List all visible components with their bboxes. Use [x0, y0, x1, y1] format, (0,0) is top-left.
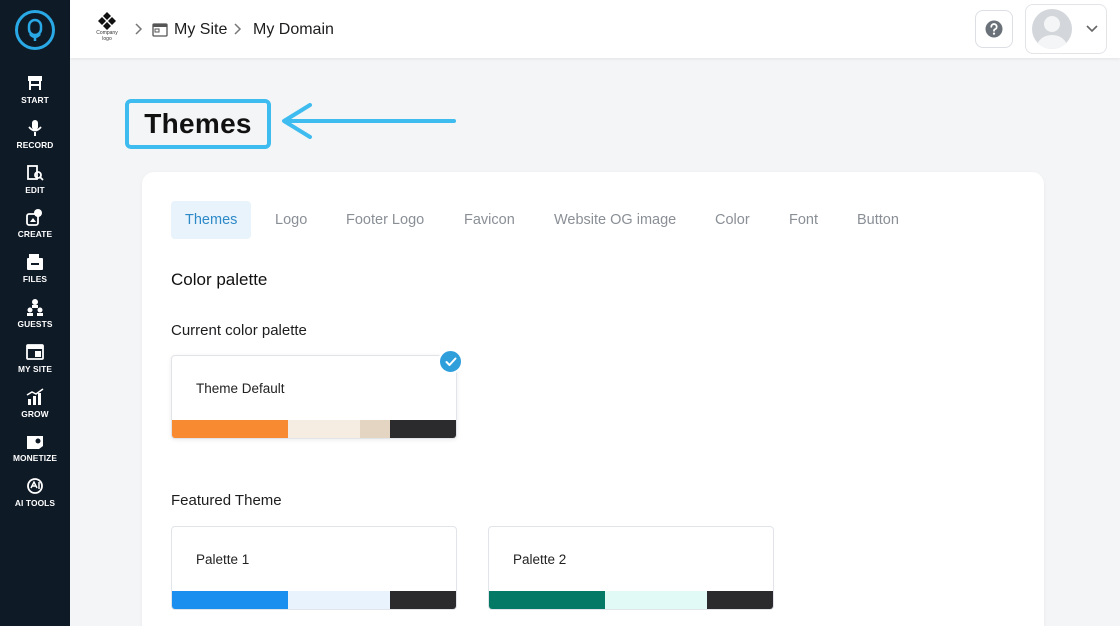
sidebar-item-label: RECORD	[16, 139, 54, 150]
sidebar-item-label: CREATE	[17, 229, 53, 240]
guests-icon	[27, 298, 43, 316]
page-title-highlight: Themes	[125, 99, 271, 149]
sidebar-item-files[interactable]: FILES	[0, 249, 70, 294]
sidebar-item-grow[interactable]: GROW	[0, 384, 70, 429]
annotation-arrow-icon	[282, 103, 456, 139]
company-logo[interactable]: Company logo	[92, 12, 122, 46]
sidebar-item-ai-tools[interactable]: AI TOOLS	[0, 473, 70, 518]
tab-button[interactable]: Button	[857, 201, 899, 239]
sidebar-nav: START RECORD EDIT CREATE FILES GUESTS MY…	[0, 70, 70, 518]
create-icon	[26, 209, 42, 227]
current-palette-label: Current color palette	[171, 322, 307, 339]
company-logo-text-2: logo	[102, 36, 112, 42]
breadcrumb-my-domain[interactable]: My Domain	[253, 19, 334, 41]
start-icon	[28, 76, 42, 90]
palette-card-1[interactable]: Palette 1	[171, 526, 457, 610]
breadcrumb-label: My Site	[174, 21, 228, 38]
palette-name: Palette 1	[196, 552, 250, 567]
palette-swatches	[489, 591, 773, 609]
palette-card-2[interactable]: Palette 2	[488, 526, 774, 610]
company-logo-text: Company logo	[90, 30, 124, 42]
sidebar: START RECORD EDIT CREATE FILES GUESTS MY…	[0, 0, 70, 626]
files-icon	[27, 254, 43, 271]
tab-themes[interactable]: Themes	[171, 201, 252, 239]
palette-swatches	[172, 420, 456, 438]
breadcrumb-my-site[interactable]: My Site	[152, 19, 227, 41]
tab-label: Themes	[185, 212, 238, 228]
tab-footer-logo[interactable]: Footer Logo	[346, 201, 424, 239]
swatch	[360, 420, 390, 438]
swatch	[172, 591, 288, 609]
ai-tools-icon	[27, 478, 43, 495]
sidebar-item-monetize[interactable]: MONETIZE	[0, 428, 70, 473]
tab-label: Website OG image	[554, 212, 677, 228]
swatch	[288, 591, 390, 609]
swatch	[605, 591, 707, 609]
swatch	[707, 591, 773, 609]
tab-logo[interactable]: Logo	[275, 201, 307, 239]
tab-color[interactable]: Color	[715, 201, 750, 239]
tab-label: Footer Logo	[346, 212, 425, 228]
sidebar-item-record[interactable]: RECORD	[0, 115, 70, 160]
sidebar-item-create[interactable]: CREATE	[0, 204, 70, 249]
palette-name: Theme Default	[196, 381, 285, 396]
monetize-icon	[27, 436, 43, 450]
sidebar-item-label: EDIT	[25, 184, 45, 195]
sidebar-item-guests[interactable]: GUESTS	[0, 294, 70, 339]
tab-font[interactable]: Font	[789, 201, 818, 239]
sidebar-item-my-site[interactable]: MY SITE	[0, 339, 70, 384]
chevron-right-icon	[234, 23, 242, 35]
sidebar-item-label: FILES	[22, 274, 48, 285]
user-menu-button[interactable]	[1025, 4, 1107, 54]
brand-logo-icon[interactable]	[15, 10, 55, 50]
edit-icon	[27, 164, 44, 181]
microphone-icon	[28, 119, 42, 136]
selected-check-icon	[438, 349, 463, 374]
my-site-icon	[26, 343, 44, 360]
swatch	[489, 591, 605, 609]
tab-label: Button	[857, 212, 899, 228]
tab-label: Font	[789, 212, 819, 228]
swatch	[390, 420, 456, 438]
grow-icon	[26, 387, 44, 405]
sidebar-item-label: START	[21, 95, 49, 105]
swatch	[172, 420, 288, 438]
section-title: Color palette	[171, 270, 268, 289]
sidebar-item-label: AI TOOLS	[14, 498, 56, 509]
page-title: Themes	[144, 108, 252, 139]
help-icon	[985, 20, 1003, 38]
sidebar-item-edit[interactable]: EDIT	[0, 160, 70, 205]
tab-label: Color	[715, 212, 750, 228]
tab-website-og-image[interactable]: Website OG image	[554, 201, 676, 239]
swatch	[390, 591, 456, 609]
chevron-right-icon	[135, 23, 143, 35]
sidebar-item-label: MY SITE	[17, 363, 53, 374]
featured-theme-label: Featured Theme	[171, 492, 282, 509]
top-bar: Company logo My Site My Domain	[70, 0, 1120, 58]
palette-swatches	[172, 591, 456, 609]
tab-favicon[interactable]: Favicon	[464, 201, 515, 239]
palette-name: Palette 2	[513, 552, 567, 567]
avatar	[1032, 9, 1072, 49]
swatch	[288, 420, 360, 438]
tab-label: Favicon	[464, 212, 515, 228]
company-logo-icon	[98, 12, 116, 30]
sidebar-item-start[interactable]: START	[0, 70, 70, 115]
tab-label: Logo	[275, 212, 308, 228]
site-icon	[152, 23, 168, 37]
user-avatar-icon	[1037, 16, 1067, 49]
chevron-down-icon	[1086, 25, 1098, 33]
breadcrumb-label: My Domain	[253, 21, 334, 38]
help-button[interactable]	[975, 10, 1013, 48]
sidebar-item-label: GROW	[21, 408, 49, 419]
palette-card-theme-default[interactable]: Theme Default	[171, 355, 457, 439]
sidebar-item-label: GUESTS	[17, 318, 53, 329]
sidebar-item-label: MONETIZE	[12, 453, 58, 464]
